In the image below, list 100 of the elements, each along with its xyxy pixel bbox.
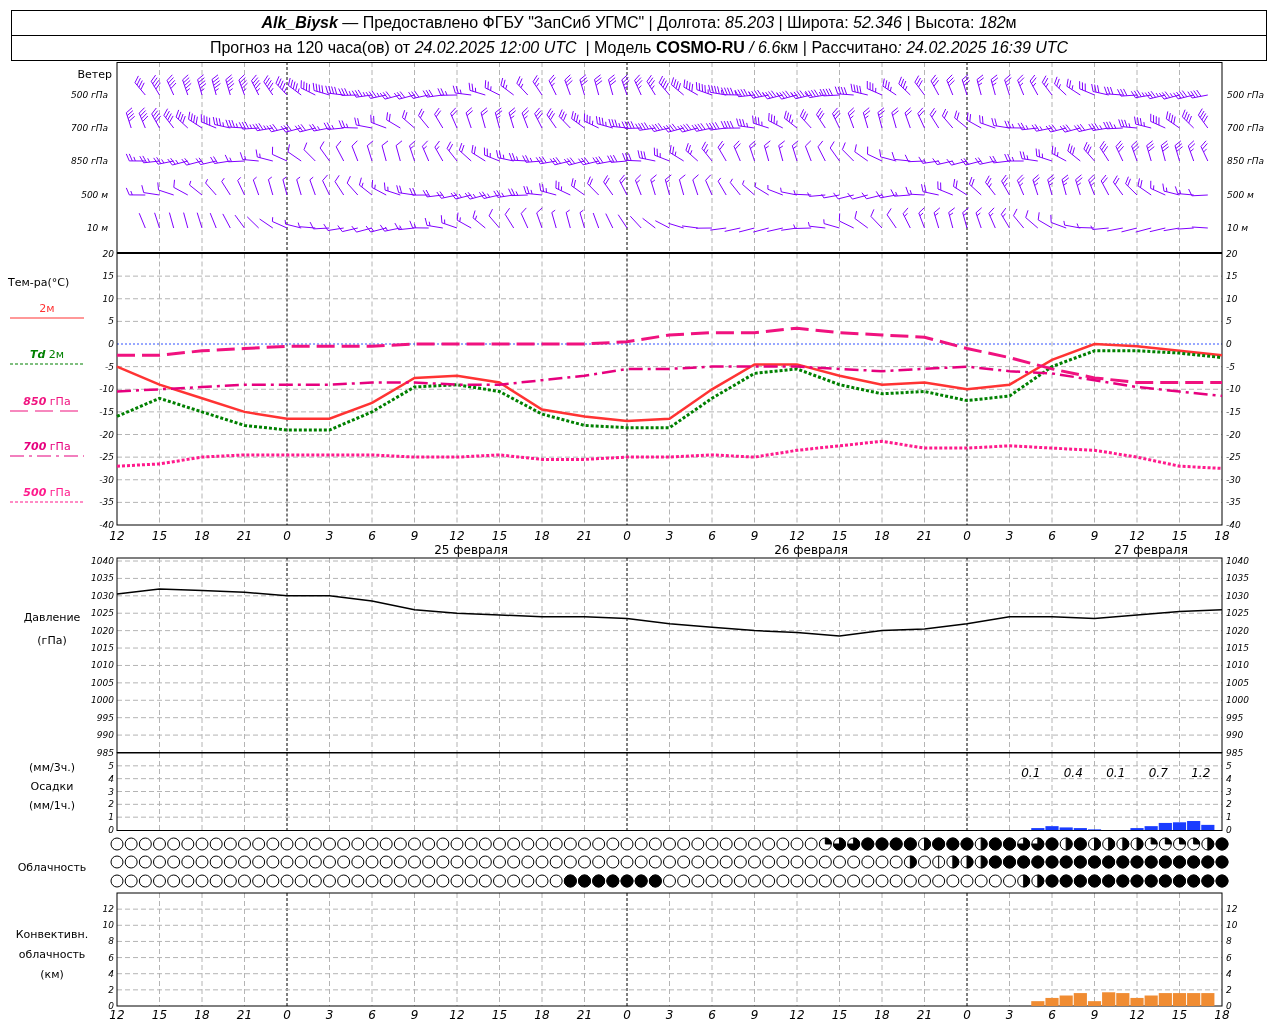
- axis-tick-label: 18: [1214, 529, 1230, 543]
- axis-tick-label: 9: [1090, 1008, 1099, 1022]
- axis-tick-label: 15: [151, 529, 168, 543]
- axis-tick-label: 1025: [91, 608, 114, 619]
- level-label: 700 гПа: [70, 123, 108, 133]
- axis-tick-label: 15: [102, 271, 114, 282]
- axis-tick-label: 1010: [91, 660, 114, 671]
- axis-tick-label: 2: [1226, 984, 1232, 995]
- level-label: 10 м: [86, 223, 108, 233]
- axis-tick-label: 12: [109, 1008, 125, 1022]
- axis-tick-label: 12: [449, 1008, 465, 1022]
- axis-tick-label: 9: [410, 1008, 419, 1022]
- axis-tick-label: 18: [874, 529, 890, 543]
- axis-tick-label: 0: [623, 1008, 631, 1022]
- value-label: 0.7: [1148, 766, 1168, 780]
- axis-tick-label: 985: [1226, 747, 1244, 758]
- axis-tick-label: 0: [623, 529, 631, 543]
- axis-tick-label: 0: [108, 1001, 114, 1011]
- axis-tick-label: 10: [102, 920, 114, 931]
- axis-tick-label: 985: [96, 747, 114, 758]
- axis-tick-label: 0: [283, 1008, 291, 1022]
- axis-tick-label: -5: [105, 361, 114, 372]
- axis-tick-label: 3: [665, 529, 674, 543]
- axis-tick-label: 20: [1226, 248, 1238, 259]
- axis-tick-label: 5: [1226, 760, 1232, 771]
- axis-tick-label: 1040: [91, 556, 114, 566]
- axis-tick-label: 12: [1226, 904, 1238, 915]
- axis-tick-label: 2: [108, 799, 114, 810]
- level-label: 850 гПа: [70, 156, 108, 166]
- axis-tick-label: -25: [99, 452, 114, 463]
- axis-tick-label: 21: [236, 1008, 253, 1022]
- axis-tick-label: 4: [108, 968, 114, 979]
- forecast-info-line: Прогноз на 120 часа(ов) от 24.02.2025 12:00 UTC | Модель COSMO-RU / 6.6км | Рассчитано: 24.02.2025 16:39 UTC: [12, 35, 1266, 60]
- axis-tick-label: -35: [1226, 497, 1241, 508]
- legend-label: 500 гПа: [23, 486, 71, 499]
- axis-tick-label: 1030: [1226, 590, 1249, 601]
- axis-tick-label: 6: [1048, 1008, 1056, 1022]
- axis-tick-label: -10: [1226, 384, 1241, 395]
- level-label: 700 гПа: [1227, 123, 1265, 133]
- axis-tick-label: 3: [325, 529, 334, 543]
- axis-tick-label: 1020: [91, 625, 114, 636]
- axis-tick-label: 0: [108, 339, 114, 349]
- axis-tick-label: 6: [368, 1008, 376, 1022]
- axis-tick-label: 6: [708, 529, 716, 543]
- axis-tick-label: 1035: [91, 573, 114, 584]
- level-label: 500 гПа: [70, 90, 108, 100]
- axis-tick-label: 1: [1226, 812, 1232, 823]
- axis-tick-label: 990: [96, 730, 114, 741]
- axis-tick-label: 3: [1226, 786, 1232, 797]
- axis-tick-label: 0: [1226, 339, 1232, 349]
- axis-tick-label: 5: [108, 760, 114, 771]
- axis-tick-label: 9: [410, 529, 419, 543]
- axis-tick-label: 21: [916, 529, 933, 543]
- axis-tick-label: 12: [102, 904, 114, 915]
- axis-title: (мм/1ч.): [29, 799, 75, 812]
- axis-tick-label: -35: [99, 497, 114, 508]
- axis-tick-label: 6: [1048, 529, 1056, 543]
- axis-tick-label: 12: [109, 529, 125, 543]
- axis-tick-label: 1005: [91, 677, 114, 688]
- axis-tick-label: 6: [108, 952, 114, 963]
- date-label: 25 февраля: [434, 543, 508, 557]
- axis-tick-label: 15: [151, 1008, 168, 1022]
- axis-tick-label: 18: [194, 529, 210, 543]
- axis-tick-label: 0: [108, 825, 114, 835]
- axis-tick-label: 3: [108, 786, 114, 797]
- axis-tick-label: 15: [831, 529, 848, 543]
- axis-tick-label: 18: [534, 529, 550, 543]
- axis-tick-label: -5: [1226, 361, 1235, 372]
- axis-tick-label: 3: [1005, 1008, 1014, 1022]
- axis-tick-label: 15: [831, 1008, 848, 1022]
- axis-tick-label: 21: [236, 529, 253, 543]
- axis-tick-label: 4: [1226, 968, 1232, 979]
- axis-tick-label: 15: [491, 1008, 508, 1022]
- axis-tick-label: 8: [1226, 936, 1232, 947]
- axis-tick-label: 12: [789, 529, 805, 543]
- axis-tick-label: 9: [750, 1008, 759, 1022]
- axis-tick-label: -30: [1226, 474, 1241, 485]
- axis-title: (мм/3ч.): [29, 761, 75, 774]
- axis-title: (км): [40, 968, 64, 981]
- axis-tick-label: 6: [368, 529, 376, 543]
- level-label: 850 гПа: [1227, 156, 1265, 166]
- axis-tick-label: 0: [283, 529, 291, 543]
- axis-tick-label: -25: [1226, 452, 1241, 463]
- axis-title: (гПа): [37, 634, 67, 647]
- axis-tick-label: 21: [576, 529, 593, 543]
- axis-tick-label: 18: [534, 1008, 550, 1022]
- axis-tick-label: 1035: [1226, 573, 1249, 584]
- axis-tick-label: 0: [963, 529, 971, 543]
- axis-tick-label: 18: [1214, 1008, 1230, 1022]
- axis-tick-label: 3: [1005, 529, 1014, 543]
- axis-tick-label: 10: [1226, 920, 1238, 931]
- wind-title: Ветер: [77, 68, 112, 81]
- axis-tick-label: 8: [108, 936, 114, 947]
- axis-tick-label: 995: [1226, 712, 1244, 723]
- axis-tick-label: 9: [1090, 529, 1099, 543]
- axis-tick-label: 12: [1129, 529, 1145, 543]
- level-label: 500 м: [81, 190, 108, 200]
- axis-title: облачность: [18, 948, 86, 961]
- axis-title: Осадки: [30, 780, 74, 793]
- axis-title: Облачность: [17, 861, 87, 874]
